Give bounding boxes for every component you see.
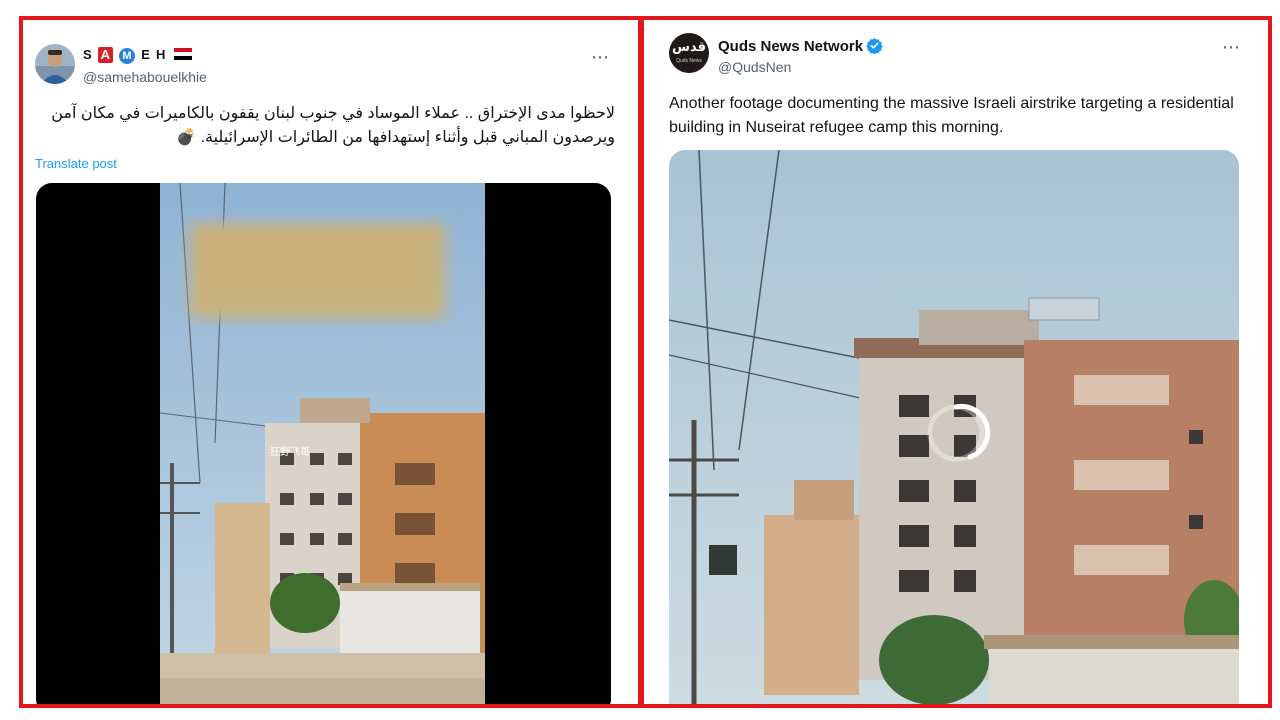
avatar[interactable]: قدس Quds News bbox=[669, 33, 709, 73]
video-frame: 狂野飞哥 bbox=[160, 183, 485, 704]
avatar-logo-subtext: Quds News bbox=[676, 58, 702, 64]
display-name[interactable]: Quds News Network bbox=[718, 37, 883, 59]
post-text: Another footage documenting the massive … bbox=[669, 95, 1234, 136]
video-watermark: 狂野飞哥 bbox=[270, 447, 310, 458]
name-letter-s: S bbox=[83, 47, 92, 62]
bomb-emoji-icon: 💣 bbox=[176, 129, 197, 146]
loading-spinner-icon bbox=[927, 404, 985, 462]
egypt-flag-icon bbox=[173, 48, 192, 60]
right-post-panel: قدس Quds News Quds News Network @QudsNen… bbox=[640, 16, 1272, 708]
avatar-logo-text: قدس bbox=[672, 40, 706, 55]
post-text: لاحظوا مدى الإختراق .. عملاء الموساد في … bbox=[35, 102, 615, 150]
avatar[interactable] bbox=[35, 44, 75, 84]
user-handle[interactable]: @samehabouelkhie bbox=[83, 68, 207, 86]
left-post-panel: S A M E H @samehabouelkhie ⋯ لاحظوا مدى … bbox=[19, 16, 642, 708]
video-player[interactable] bbox=[669, 150, 1239, 704]
video-player[interactable]: 狂野飞哥 bbox=[36, 183, 611, 704]
post-text-body: لاحظوا مدى الإختراق .. عملاء الموساد في … bbox=[51, 105, 615, 146]
display-name-text: Quds News Network bbox=[718, 38, 864, 55]
name-letter-m: M bbox=[119, 48, 136, 64]
name-letter-h: H bbox=[156, 47, 166, 62]
name-letter-e: E bbox=[141, 47, 150, 62]
video-thumbnail bbox=[160, 183, 485, 704]
name-letter-a: A bbox=[97, 47, 113, 63]
verified-badge-icon bbox=[866, 37, 883, 59]
translate-post-link[interactable]: Translate post bbox=[35, 156, 117, 171]
more-options-icon[interactable]: ⋯ bbox=[591, 48, 610, 66]
user-handle[interactable]: @QudsNen bbox=[718, 58, 791, 76]
display-name[interactable]: S A M E H bbox=[83, 46, 192, 64]
more-options-icon[interactable]: ⋯ bbox=[1222, 38, 1241, 56]
